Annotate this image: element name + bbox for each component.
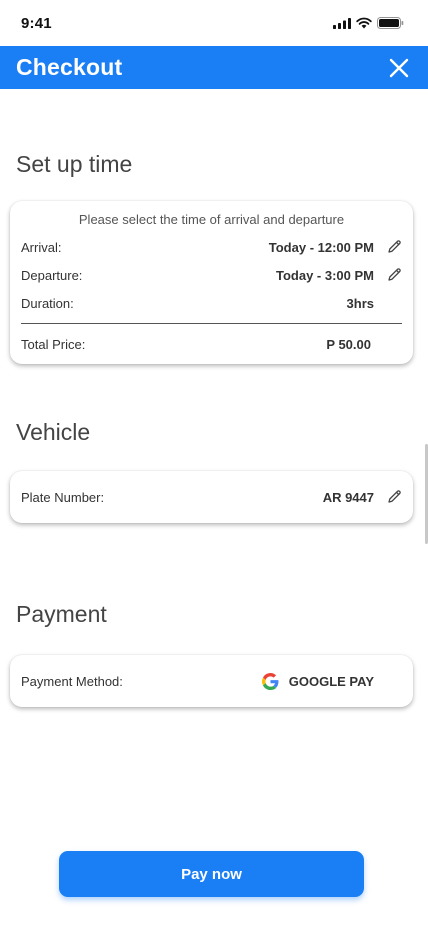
pencil-icon xyxy=(387,490,401,503)
signal-icon xyxy=(333,17,351,29)
payment-card[interactable]: Payment Method: GOOGLE PAY xyxy=(10,655,413,707)
duration-row: Duration: 3hrs xyxy=(10,289,413,317)
status-bar: 9:41 xyxy=(0,0,428,46)
status-icons xyxy=(333,17,404,29)
wifi-icon xyxy=(356,17,372,29)
payment-section-title: Payment xyxy=(16,601,107,627)
pay-now-button[interactable]: Pay now xyxy=(59,851,364,897)
arrival-label: Arrival: xyxy=(21,239,62,255)
total-price-value: P 50.00 xyxy=(326,336,371,352)
battery-icon xyxy=(377,17,404,29)
checkout-header: Checkout xyxy=(0,46,428,89)
edit-plate-number-button[interactable] xyxy=(385,489,402,506)
pencil-icon xyxy=(387,268,401,281)
duration-value: 3hrs xyxy=(346,295,374,311)
payment-method-value[interactable]: GOOGLE PAY xyxy=(261,672,374,690)
duration-label: Duration: xyxy=(21,295,74,311)
vehicle-section-title: Vehicle xyxy=(16,419,91,445)
plate-number-row: Plate Number: AR 9447 xyxy=(10,483,413,511)
total-price-row: Total Price: P 50.00 xyxy=(10,330,413,358)
google-icon xyxy=(261,672,279,690)
plate-number-label: Plate Number: xyxy=(21,489,105,505)
plate-number-value: AR 9447 xyxy=(322,489,374,505)
time-section-title: Set up time xyxy=(16,151,133,177)
departure-value: Today - 3:00 PM xyxy=(275,267,374,283)
arrival-value: Today - 12:00 PM xyxy=(268,239,374,255)
departure-label: Departure: xyxy=(21,267,83,283)
arrival-row: Arrival: Today - 12:00 PM xyxy=(10,233,413,261)
payment-method-row[interactable]: Payment Method: GOOGLE PAY xyxy=(10,667,413,695)
departure-row: Departure: Today - 3:00 PM xyxy=(10,261,413,289)
vehicle-card: Plate Number: AR 9447 xyxy=(10,471,413,523)
edit-arrival-button[interactable] xyxy=(385,239,402,256)
status-time: 9:41 xyxy=(21,14,52,32)
edit-departure-button[interactable] xyxy=(385,267,402,284)
payment-method-label: Payment Method: xyxy=(21,673,123,689)
pencil-icon xyxy=(387,240,401,253)
page-title: Checkout xyxy=(16,54,123,80)
price-divider xyxy=(21,323,402,324)
total-price-label: Total Price: xyxy=(21,336,86,352)
close-icon xyxy=(389,58,409,77)
close-button[interactable] xyxy=(386,55,412,81)
payment-method-name: GOOGLE PAY xyxy=(288,673,374,689)
time-instruction: Please select the time of arrival and de… xyxy=(78,212,345,227)
time-card: Please select the time of arrival and de… xyxy=(10,201,413,364)
